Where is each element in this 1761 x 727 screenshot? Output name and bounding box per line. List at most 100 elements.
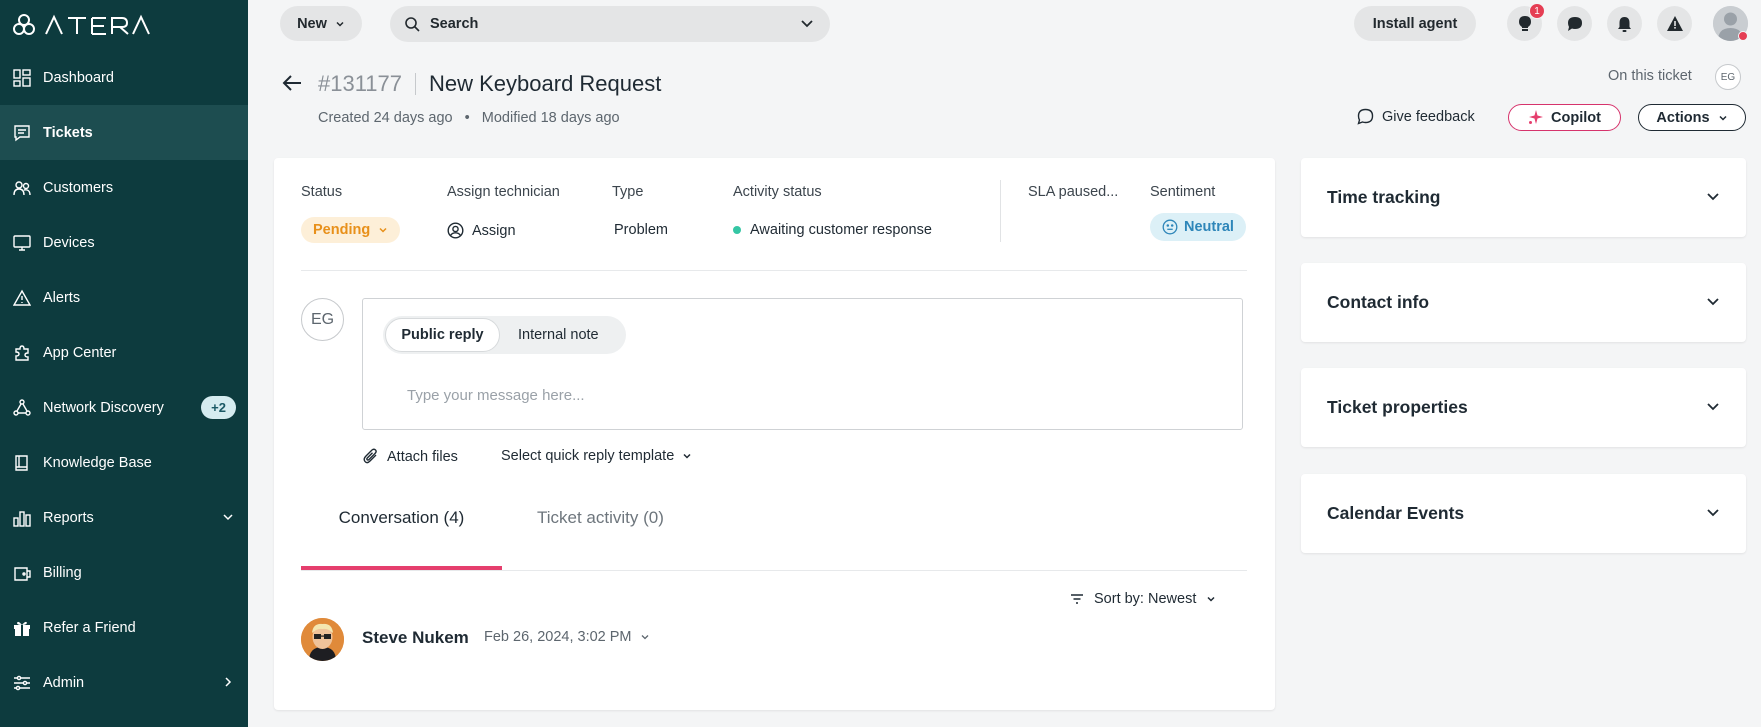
status-dropdown[interactable]: Pending <box>301 217 401 243</box>
type-label: Type <box>612 184 644 200</box>
chevron-down-icon <box>641 635 648 640</box>
alerts-button[interactable] <box>1657 6 1692 41</box>
gift-icon <box>12 618 32 638</box>
ticket-properties-panel[interactable]: Ticket properties <box>1301 368 1746 447</box>
sidebar-item-app-center[interactable]: App Center <box>0 325 248 380</box>
status-label: Status <box>301 184 343 200</box>
chevron-down-icon <box>1707 298 1719 306</box>
new-button-label: New <box>297 15 327 32</box>
actions-button[interactable]: Actions <box>1638 104 1746 131</box>
user-circle-icon <box>447 222 464 239</box>
assign-technician-select[interactable]: Assign <box>447 222 516 239</box>
chevron-down-icon <box>1207 596 1215 602</box>
activity-status-text: Awaiting customer response <box>750 222 932 238</box>
install-agent-button[interactable]: Install agent <box>1354 6 1476 41</box>
copilot-button[interactable]: Copilot <box>1508 104 1621 131</box>
sidebar-item-label: Knowledge Base <box>43 454 152 471</box>
arrow-left-icon <box>282 75 301 91</box>
neutral-face-icon <box>1162 219 1178 235</box>
bell-icon <box>1618 16 1631 32</box>
new-button[interactable]: New <box>280 6 362 41</box>
search-input[interactable]: Search <box>390 6 830 42</box>
dashboard-icon <box>12 68 32 88</box>
chevron-down-icon[interactable] <box>800 18 814 30</box>
back-button[interactable] <box>282 74 302 97</box>
sidebar-item-tickets[interactable]: Tickets <box>0 105 248 160</box>
tab-conversation[interactable]: Conversation (4) <box>301 508 502 548</box>
message-date[interactable]: Feb 26, 2024, 3:02 PM <box>484 629 650 645</box>
chevron-down-icon <box>336 21 344 27</box>
sort-label: Sort by: Newest <box>1094 591 1196 607</box>
assign-technician-label: Assign technician <box>447 184 560 200</box>
copilot-label: Copilot <box>1551 109 1601 126</box>
puzzle-icon <box>12 343 32 363</box>
reply-composer[interactable]: Public reply Internal note Type your mes… <box>362 298 1243 430</box>
sidebar-item-dashboard[interactable]: Dashboard <box>0 50 248 105</box>
tab-public-reply[interactable]: Public reply <box>385 318 500 352</box>
lightbulb-icon <box>1518 15 1531 31</box>
sidebar-item-network-discovery[interactable]: Network Discovery +2 <box>0 380 248 435</box>
attach-files-label: Attach files <box>387 448 458 465</box>
sidebar-item-label: Dashboard <box>43 69 114 86</box>
tab-internal-note[interactable]: Internal note <box>518 318 599 352</box>
sort-dropdown[interactable]: Sort by: Newest <box>1070 591 1216 607</box>
sidebar-item-label: Billing <box>43 564 82 581</box>
sidebar-item-devices[interactable]: Devices <box>0 215 248 270</box>
quick-reply-template-select[interactable]: Select quick reply template <box>501 448 692 464</box>
ticket-title[interactable]: New Keyboard Request <box>429 71 661 97</box>
on-this-ticket-label: On this ticket <box>1608 68 1692 84</box>
customers-icon <box>12 178 32 198</box>
meta-separator: • <box>464 110 470 126</box>
contact-info-panel[interactable]: Contact info <box>1301 263 1746 342</box>
tips-button[interactable]: 1 <box>1507 3 1545 41</box>
sort-value: Newest <box>1148 591 1197 607</box>
billing-icon <box>12 563 32 583</box>
sidebar-item-label: Alerts <box>43 289 81 306</box>
filter-icon <box>1071 594 1083 604</box>
sidebar-item-knowledge-base[interactable]: Knowledge Base <box>0 435 248 490</box>
give-feedback-link[interactable]: Give feedback <box>1357 108 1475 125</box>
tab-ticket-activity[interactable]: Ticket activity (0) <box>537 508 664 528</box>
sidebar-item-reports[interactable]: Reports <box>0 490 248 545</box>
ticket-card: Status Assign technician Type Activity s… <box>274 158 1275 710</box>
devices-icon <box>12 233 32 253</box>
chevron-down-icon <box>1707 509 1719 517</box>
chevron-down-icon <box>379 227 387 233</box>
reply-type-toggle: Public reply Internal note <box>383 316 626 354</box>
type-select[interactable]: Problem <box>614 222 668 238</box>
alerts-icon <box>12 288 32 308</box>
attach-files-button[interactable]: Attach files <box>362 448 458 465</box>
person-photo-icon <box>301 618 344 661</box>
warning-icon <box>1666 16 1683 31</box>
sidebar-item-customers[interactable]: Customers <box>0 160 248 215</box>
sidebar-item-label: Admin <box>43 674 85 691</box>
notification-count-badge: 1 <box>1529 3 1545 19</box>
tickets-icon <box>12 123 32 143</box>
sidebar: Dashboard Tickets Customers Devices Aler… <box>0 0 248 727</box>
sidebar-item-label: Customers <box>43 179 114 196</box>
topbar: New Search Install agent 1 <box>248 0 1761 46</box>
chevron-right-icon <box>222 675 234 693</box>
ticket-number: #131177 <box>318 71 403 96</box>
time-tracking-panel[interactable]: Time tracking <box>1301 158 1746 237</box>
assign-value: Assign <box>472 222 516 239</box>
author-avatar: EG <box>301 298 344 341</box>
sidebar-item-billing[interactable]: Billing <box>0 545 248 600</box>
calendar-events-panel[interactable]: Calendar Events <box>1301 474 1746 553</box>
notifications-button[interactable] <box>1607 6 1642 41</box>
fields-divider <box>301 270 1247 271</box>
message-input[interactable]: Type your message here... <box>407 387 585 404</box>
sidebar-item-alerts[interactable]: Alerts <box>0 270 248 325</box>
sidebar-item-admin[interactable]: Admin <box>0 655 248 710</box>
chat-outline-icon <box>1357 108 1374 125</box>
quick-reply-template-label: Select quick reply template <box>501 448 675 464</box>
atera-logo[interactable] <box>12 10 152 40</box>
sentiment-value: Neutral <box>1184 219 1234 235</box>
sla-label: SLA paused... <box>1028 184 1119 200</box>
sparkle-icon <box>1529 110 1544 124</box>
chat-button[interactable] <box>1557 6 1592 41</box>
chevron-down-icon <box>222 510 234 528</box>
chevron-down-icon <box>1719 115 1727 121</box>
sidebar-item-refer-a-friend[interactable]: Refer a Friend <box>0 600 248 655</box>
sidebar-item-label: Refer a Friend <box>43 619 136 636</box>
